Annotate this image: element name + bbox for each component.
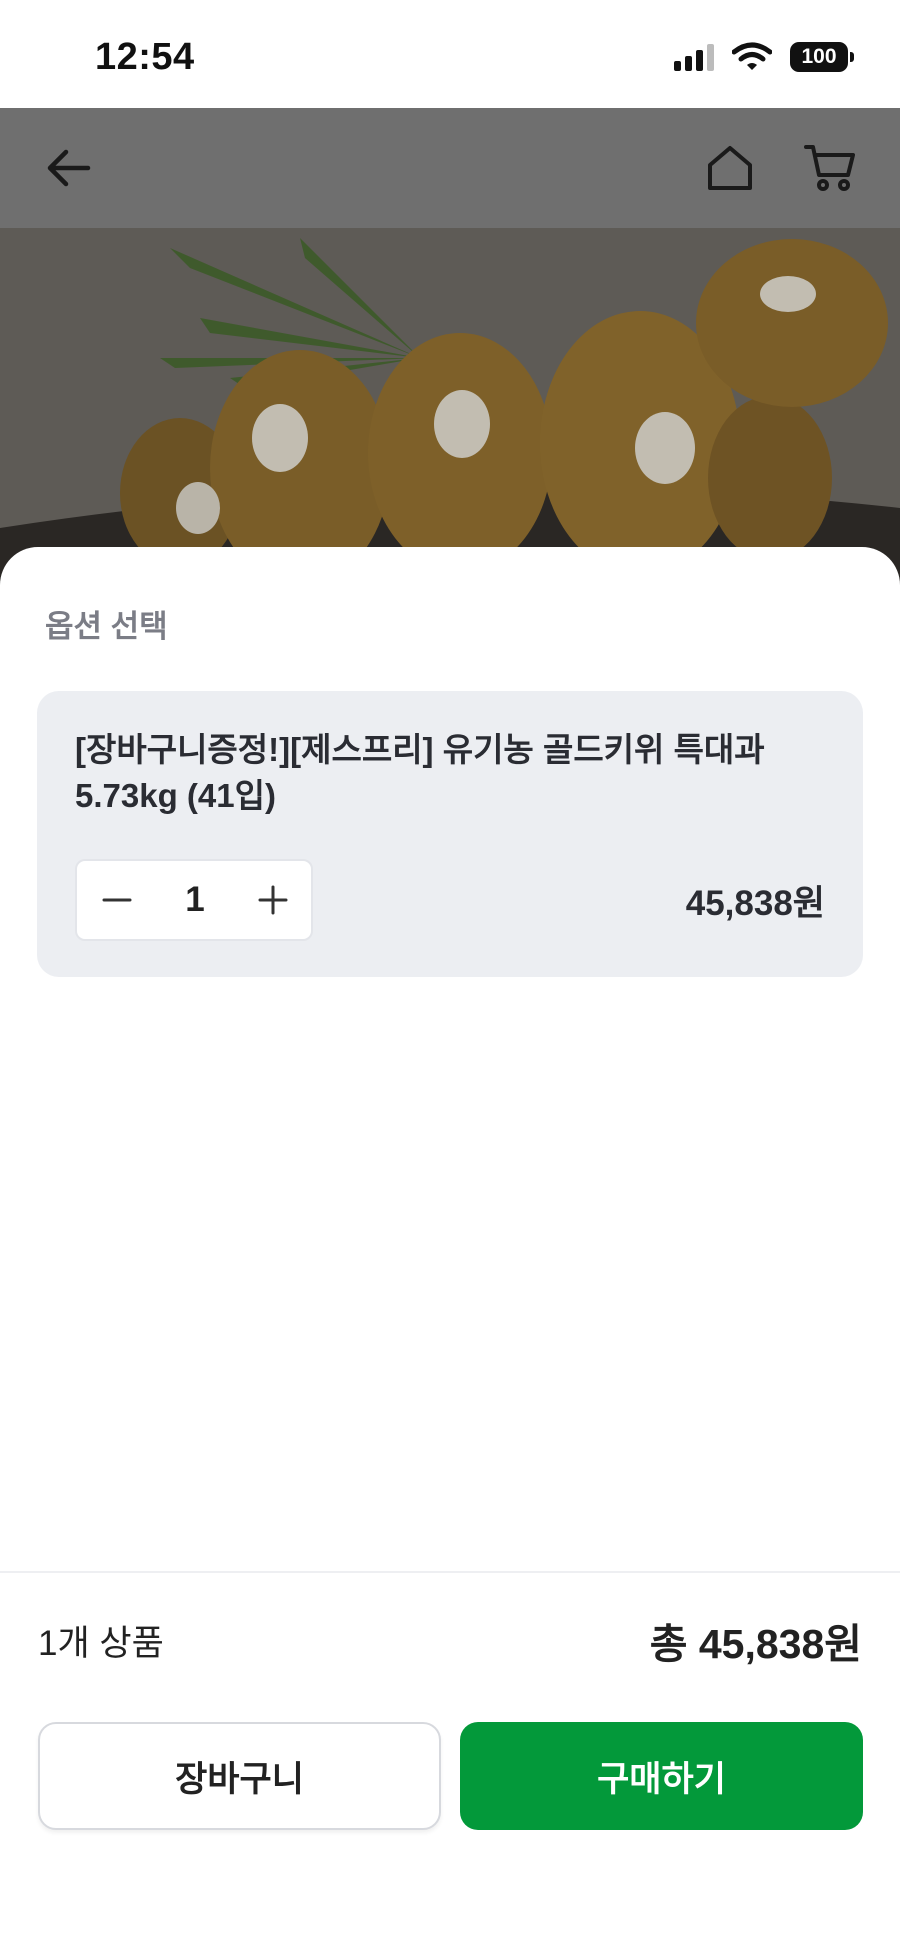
buy-now-button[interactable]: 구매하기 (460, 1722, 863, 1830)
battery-icon: 100 (790, 42, 854, 72)
add-to-cart-button[interactable]: 장바구니 (38, 1722, 441, 1830)
status-bar: 12:54 100 (0, 0, 900, 108)
back-arrow-icon[interactable] (38, 138, 98, 198)
quantity-stepper: 1 (75, 859, 313, 941)
option-name: [장바구니증정!][제스프리] 유기농 골드키위 특대과 5.73kg (41입… (75, 731, 765, 814)
selected-option-card: [장바구니증정!][제스프리] 유기농 골드키위 특대과 5.73kg (41입… (37, 691, 863, 977)
option-price: 45,838원 (685, 884, 825, 923)
increase-button[interactable] (233, 861, 313, 939)
home-icon[interactable] (700, 138, 760, 198)
app-header (0, 108, 900, 228)
footer-divider (0, 1571, 900, 1573)
status-icons: 100 (674, 42, 854, 72)
decrease-button[interactable] (77, 861, 157, 939)
product-image (0, 228, 900, 588)
cart-icon[interactable] (800, 138, 860, 198)
battery-level: 100 (801, 45, 837, 68)
sheet-title: 옵션 선택 (45, 609, 168, 644)
total-price-label: 총 45,838원 (649, 1621, 862, 1667)
item-count-label: 1개 상품 (38, 1624, 164, 1663)
quantity-value[interactable]: 1 (157, 861, 233, 939)
minus-icon (102, 898, 132, 902)
signal-icon (674, 43, 714, 71)
status-time: 12:54 (95, 36, 195, 78)
plus-icon (258, 885, 288, 915)
wifi-icon (732, 42, 772, 70)
